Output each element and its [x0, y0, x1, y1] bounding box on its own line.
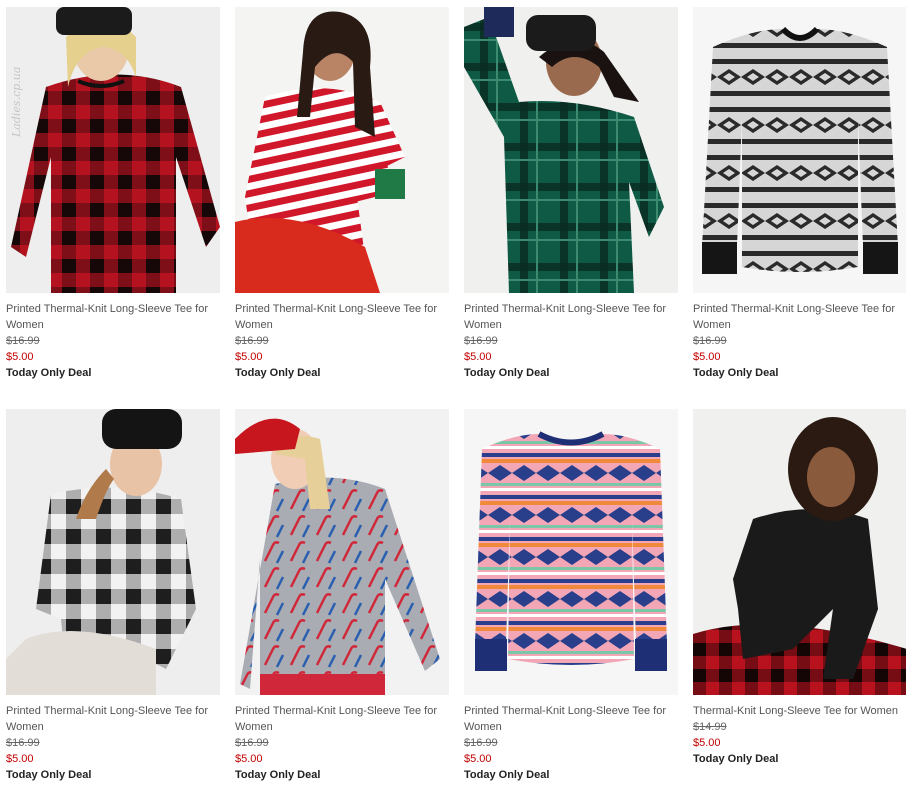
original-price: $16.99	[6, 335, 40, 347]
sale-price: $5.00	[235, 351, 263, 363]
product-image[interactable]	[235, 409, 449, 695]
watermark-text: Ladies.cp.ua	[10, 66, 23, 137]
sale-price: $5.00	[693, 737, 721, 749]
product-title[interactable]: Printed Thermal-Knit Long-Sleeve Tee for…	[235, 703, 449, 735]
product-title[interactable]: Printed Thermal-Knit Long-Sleeve Tee for…	[693, 301, 906, 333]
original-price: $16.99	[235, 737, 269, 749]
product-title[interactable]: Printed Thermal-Knit Long-Sleeve Tee for…	[235, 301, 449, 333]
sale-price: $5.00	[464, 753, 492, 765]
sale-price: $5.00	[6, 753, 34, 765]
sale-price: $5.00	[464, 351, 492, 363]
original-price: $14.99	[693, 721, 727, 733]
original-price: $16.99	[693, 335, 727, 347]
original-price: $16.99	[464, 335, 498, 347]
product-image[interactable]: Ladies.cp.ua	[6, 7, 220, 293]
product-title[interactable]: Printed Thermal-Knit Long-Sleeve Tee for…	[464, 703, 678, 735]
product-card[interactable]: Printed Thermal-Knit Long-Sleeve Tee for…	[235, 7, 449, 409]
original-price: $16.99	[464, 737, 498, 749]
product-image[interactable]	[235, 7, 449, 293]
sale-price: $5.00	[693, 351, 721, 363]
product-card[interactable]: Ladies.cp.ua Printed Thermal-Knit Long-S…	[6, 7, 220, 409]
product-image[interactable]	[693, 7, 906, 293]
product-grid: Ladies.cp.ua Printed Thermal-Knit Long-S…	[6, 7, 906, 811]
product-card[interactable]: Printed Thermal-Knit Long-Sleeve Tee for…	[464, 409, 678, 811]
sale-price: $5.00	[6, 351, 34, 363]
deal-badge: Today Only Deal	[464, 769, 550, 781]
deal-badge: Today Only Deal	[6, 769, 92, 781]
deal-badge: Today Only Deal	[693, 367, 779, 379]
product-image[interactable]	[6, 409, 220, 695]
product-title[interactable]: Printed Thermal-Knit Long-Sleeve Tee for…	[6, 703, 220, 735]
product-title[interactable]: Thermal-Knit Long-Sleeve Tee for Women	[693, 703, 906, 719]
deal-badge: Today Only Deal	[235, 367, 321, 379]
product-card[interactable]: Printed Thermal-Knit Long-Sleeve Tee for…	[693, 7, 906, 409]
sale-price: $5.00	[235, 753, 263, 765]
product-card[interactable]: Printed Thermal-Knit Long-Sleeve Tee for…	[6, 409, 220, 811]
product-title[interactable]: Printed Thermal-Knit Long-Sleeve Tee for…	[464, 301, 678, 333]
deal-badge: Today Only Deal	[693, 753, 779, 765]
product-card[interactable]: Printed Thermal-Knit Long-Sleeve Tee for…	[235, 409, 449, 811]
deal-badge: Today Only Deal	[464, 367, 550, 379]
product-title[interactable]: Printed Thermal-Knit Long-Sleeve Tee for…	[6, 301, 220, 333]
product-card[interactable]: Printed Thermal-Knit Long-Sleeve Tee for…	[464, 7, 678, 409]
deal-badge: Today Only Deal	[6, 367, 92, 379]
original-price: $16.99	[235, 335, 269, 347]
original-price: $16.99	[6, 737, 40, 749]
product-image[interactable]	[693, 409, 906, 695]
product-image[interactable]	[464, 409, 678, 695]
product-image[interactable]	[464, 7, 678, 293]
product-card[interactable]: Thermal-Knit Long-Sleeve Tee for Women $…	[693, 409, 906, 811]
deal-badge: Today Only Deal	[235, 769, 321, 781]
